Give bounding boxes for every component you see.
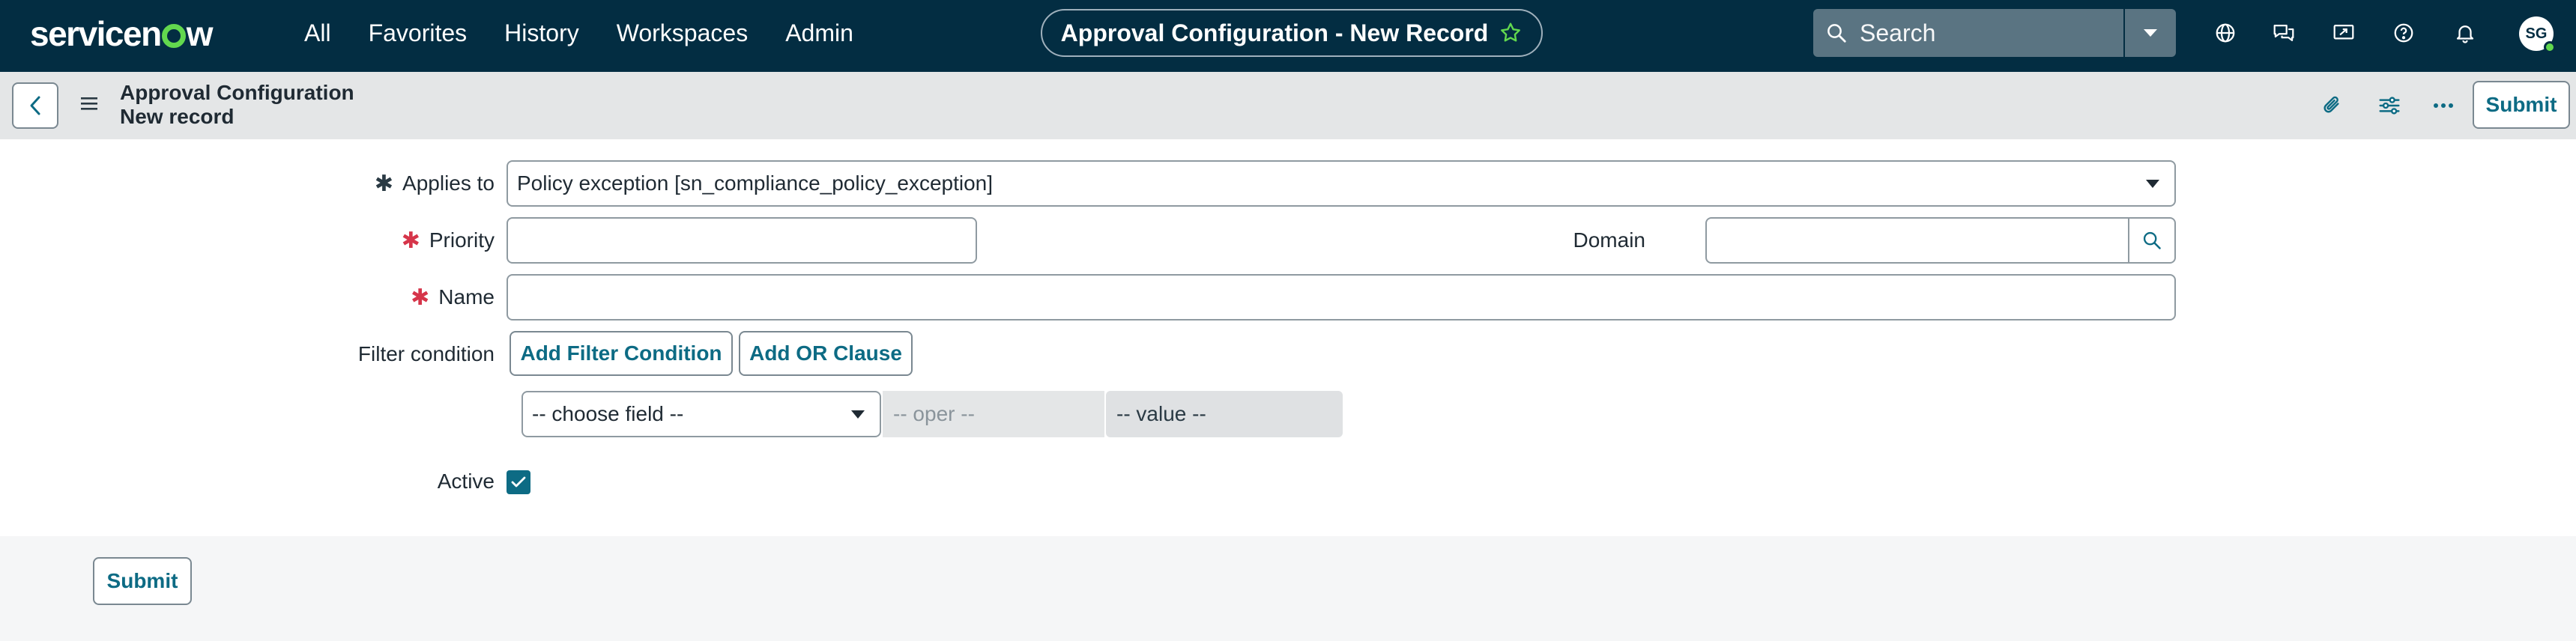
- logo-text-start: servicen: [30, 14, 162, 53]
- applies-to-label-wrap: ✱ Applies to: [0, 160, 495, 207]
- mandatory-asterisk-icon: ✱: [411, 285, 430, 310]
- form-header-bar: Approval Configuration New record Submit: [0, 72, 2576, 139]
- search-placeholder: Search: [1860, 19, 1936, 46]
- applies-to-label: Applies to: [402, 171, 495, 195]
- presence-status-dot: [2544, 41, 2556, 53]
- domain-input[interactable]: [1705, 217, 2176, 264]
- submit-button-header[interactable]: Submit: [2473, 81, 2570, 129]
- chevron-down-icon: [2146, 180, 2159, 188]
- record-title-pill[interactable]: Approval Configuration - New Record: [1041, 9, 1543, 57]
- priority-label-wrap: ✱ Priority: [0, 217, 495, 264]
- servicenow-logo[interactable]: servicen w: [30, 10, 214, 57]
- nav-workspaces[interactable]: Workspaces: [617, 19, 748, 47]
- paperclip-icon[interactable]: [2317, 90, 2348, 121]
- form-title-record: New record: [120, 105, 235, 128]
- nav-all[interactable]: All: [304, 19, 331, 47]
- back-button[interactable]: [12, 82, 58, 129]
- name-label-wrap: ✱ Name: [0, 274, 495, 320]
- main-nav-links: All Favorites History Workspaces Admin: [304, 0, 891, 66]
- chat-icon[interactable]: [2269, 18, 2299, 48]
- value-input[interactable]: -- value --: [1106, 391, 1343, 437]
- name-label: Name: [438, 285, 495, 309]
- search-scope-dropdown[interactable]: [2125, 9, 2176, 57]
- choose-field-value: -- choose field --: [532, 402, 684, 425]
- user-initials: SG: [2525, 25, 2548, 42]
- settings-sliders-icon[interactable]: [2374, 90, 2405, 121]
- logo-text-end: w: [186, 14, 214, 53]
- top-navigation-bar: servicen w All Favorites History Workspac…: [0, 0, 2576, 72]
- submit-button-footer[interactable]: Submit: [93, 557, 192, 605]
- mandatory-asterisk-icon: ✱: [401, 228, 420, 253]
- add-or-clause-button[interactable]: Add OR Clause: [739, 331, 913, 376]
- chevron-down-icon: [851, 410, 865, 419]
- globe-icon[interactable]: [2210, 18, 2240, 48]
- screen-share-icon[interactable]: [2329, 18, 2359, 48]
- global-search-input[interactable]: Search: [1813, 9, 2123, 57]
- context-menu-icon[interactable]: [79, 94, 99, 116]
- active-checkbox[interactable]: [507, 470, 530, 494]
- domain-label: Domain: [1573, 228, 1645, 252]
- form-footer: Submit: [0, 536, 2576, 641]
- checkmark-icon: [511, 476, 526, 487]
- record-title-text: Approval Configuration - New Record: [1060, 19, 1489, 46]
- logo-o-mark: [161, 24, 186, 48]
- record-form: ✱ Applies to Policy exception [sn_compli…: [0, 139, 2576, 536]
- domain-lookup-button[interactable]: [2128, 219, 2174, 262]
- help-icon[interactable]: [2389, 18, 2419, 48]
- filter-condition-label: Filter condition: [357, 342, 495, 365]
- applies-to-select[interactable]: Policy exception [sn_compliance_policy_e…: [507, 160, 2176, 207]
- choose-field-select[interactable]: -- choose field --: [521, 391, 881, 437]
- user-avatar[interactable]: SG: [2519, 16, 2556, 53]
- form-title-table: Approval Configuration: [120, 81, 354, 104]
- nav-favorites[interactable]: Favorites: [369, 19, 468, 47]
- chevron-down-icon: [2144, 29, 2157, 37]
- filter-condition-label-wrap: Filter condition: [0, 331, 495, 377]
- nav-admin[interactable]: Admin: [785, 19, 853, 47]
- priority-label: Priority: [429, 228, 495, 252]
- active-label: Active: [437, 470, 495, 493]
- priority-input[interactable]: [507, 217, 977, 264]
- name-input[interactable]: [507, 274, 2176, 320]
- star-outline-icon[interactable]: [1499, 21, 1523, 45]
- applies-to-value: Policy exception [sn_compliance_policy_e…: [517, 171, 994, 195]
- nav-history[interactable]: History: [504, 19, 579, 47]
- form-title: Approval Configuration New record: [120, 81, 354, 129]
- mandatory-filled-icon: ✱: [374, 171, 394, 196]
- search-icon: [2143, 231, 2161, 249]
- active-label-wrap: Active: [0, 458, 495, 505]
- chevron-left-icon: [30, 96, 40, 115]
- search-icon: [1827, 24, 1846, 43]
- notification-bell-icon[interactable]: [2450, 18, 2480, 48]
- operator-select[interactable]: -- oper --: [883, 391, 1104, 437]
- more-options-icon[interactable]: [2428, 90, 2459, 121]
- add-filter-condition-button[interactable]: Add Filter Condition: [510, 331, 733, 376]
